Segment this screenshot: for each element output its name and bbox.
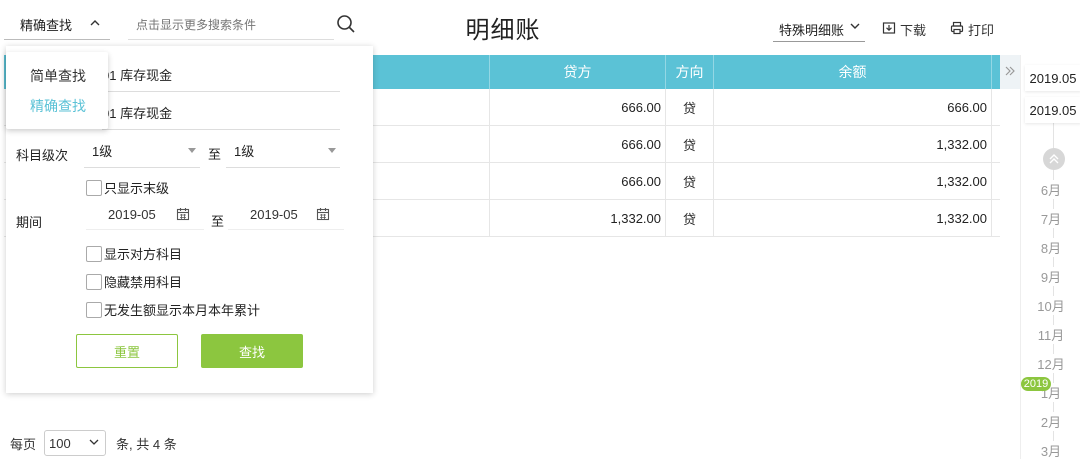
period-timeline: 2019.05 2019.05 6月 7月 8月 9月 10月 11月 12月 … xyxy=(1020,55,1080,459)
caret-down-icon xyxy=(328,148,336,153)
no-amount-cumulative-label: 无发生额显示本月本年累计 xyxy=(104,303,261,318)
hide-disabled-subject-checkbox[interactable]: 隐藏禁用科目 xyxy=(86,272,182,291)
timeline-month[interactable]: 9月 xyxy=(1021,267,1080,286)
download-button[interactable]: 下载 xyxy=(882,20,926,39)
period-to-value: 2019-05 xyxy=(250,207,298,222)
cell-balance: 666.00 xyxy=(714,89,992,125)
menu-item-simple-search[interactable]: 简单查找 xyxy=(30,66,86,86)
cell-balance: 1,332.00 xyxy=(714,163,992,199)
checkbox-box xyxy=(86,273,102,290)
special-ledger-label: 特殊明细账 xyxy=(779,23,845,38)
level-from-value: 1级 xyxy=(92,144,113,159)
period-from-value: 2019-05 xyxy=(108,207,156,222)
top-bar: 精确查找 明细账 特殊明细账 下载 打印 xyxy=(0,0,1080,52)
column-header-balance: 余额 xyxy=(714,55,992,89)
double-chevron-up-icon[interactable] xyxy=(1043,148,1065,170)
chevron-down-icon xyxy=(87,435,101,452)
timeline-year-badge: 2019 xyxy=(1021,377,1051,391)
only-last-level-label: 只显示末级 xyxy=(104,181,170,196)
timeline-month[interactable]: 8月 xyxy=(1021,238,1080,257)
search-mode-select[interactable]: 精确查找 xyxy=(4,10,110,40)
timeline-month[interactable]: 3月 xyxy=(1021,441,1080,459)
search-mode-menu: 简单查找 精确查找 xyxy=(6,52,108,129)
cell-direction: 贷 xyxy=(666,126,714,162)
cell-balance: 1,332.00 xyxy=(714,126,992,162)
cell-credit: 666.00 xyxy=(490,163,666,199)
special-ledger-dropdown[interactable]: 特殊明细账 xyxy=(773,12,865,42)
search-mode-label: 精确查找 xyxy=(20,18,73,33)
menu-item-exact-search[interactable]: 精确查找 xyxy=(30,96,86,116)
search-icon[interactable] xyxy=(336,14,356,34)
cell-balance: 1,332.00 xyxy=(714,200,992,236)
timeline-month[interactable]: 7月 xyxy=(1021,209,1080,228)
subject-to-value: 01 库存现金 xyxy=(102,106,173,121)
hide-disabled-subject-label: 隐藏禁用科目 xyxy=(104,275,183,290)
checkbox-box xyxy=(86,245,102,262)
period-to-label: 至 xyxy=(211,214,225,229)
calendar-icon xyxy=(316,207,330,221)
collapse-timeline-button[interactable] xyxy=(1000,55,1020,89)
level-to-label: 至 xyxy=(208,147,222,162)
level-to-select[interactable]: 1级 xyxy=(226,134,340,168)
column-header-credit: 贷方 xyxy=(490,55,666,89)
only-last-level-checkbox[interactable]: 只显示末级 xyxy=(86,178,169,197)
chevron-down-icon xyxy=(849,20,861,35)
timeline-month[interactable]: 10月 xyxy=(1021,296,1080,315)
page-size-value: 100 xyxy=(49,435,71,451)
subject-from-value: 01 库存现金 xyxy=(102,68,173,83)
level-to-value: 1级 xyxy=(234,144,255,159)
no-amount-cumulative-checkbox[interactable]: 无发生额显示本月本年累计 xyxy=(86,300,260,319)
chevron-up-icon xyxy=(88,16,102,33)
total-count: 条, 共 4 条 xyxy=(116,436,177,452)
caret-down-icon xyxy=(188,148,196,153)
level-from-select[interactable]: 1级 xyxy=(84,134,200,168)
timeline-start-date[interactable]: 2019.05 xyxy=(1025,65,1080,91)
page-title: 明细账 xyxy=(465,17,541,44)
cell-direction: 贷 xyxy=(666,89,714,125)
show-counter-subject-label: 显示对方科目 xyxy=(104,247,183,262)
cell-direction: 贷 xyxy=(666,163,714,199)
period-label: 期间 xyxy=(16,215,43,230)
cell-credit: 666.00 xyxy=(490,126,666,162)
double-chevron-right-icon xyxy=(1004,64,1016,80)
level-label: 科目级次 xyxy=(16,148,69,163)
pagination: 每页 100 条, 共 4 条 xyxy=(10,430,177,456)
period-to-picker[interactable]: 2019-05 xyxy=(228,200,344,230)
show-counter-subject-checkbox[interactable]: 显示对方科目 xyxy=(86,244,182,263)
cell-credit: 666.00 xyxy=(490,89,666,125)
column-header-direction: 方向 xyxy=(666,55,714,89)
search-button[interactable]: 查找 xyxy=(201,334,303,368)
page-size-select[interactable]: 100 xyxy=(44,430,107,456)
print-label: 打印 xyxy=(968,23,995,38)
timeline-month[interactable]: 6月 xyxy=(1021,180,1080,199)
print-button[interactable]: 打印 xyxy=(950,20,994,39)
reset-button[interactable]: 重置 xyxy=(76,334,178,368)
checkbox-box xyxy=(86,301,102,318)
calendar-icon xyxy=(176,207,190,221)
timeline-month[interactable]: 12月 xyxy=(1021,354,1080,373)
timeline-month[interactable]: 2月 xyxy=(1021,412,1080,431)
subject-from-field[interactable]: 01 库存现金 xyxy=(102,58,340,92)
period-from-picker[interactable]: 2019-05 xyxy=(86,200,204,230)
cell-direction: 贷 xyxy=(666,200,714,236)
search-input[interactable] xyxy=(128,10,334,40)
download-icon xyxy=(882,21,896,38)
timeline-month[interactable]: 11月 xyxy=(1021,325,1080,344)
per-page-label: 每页 xyxy=(10,436,37,452)
subject-to-field[interactable]: 01 库存现金 xyxy=(102,96,340,130)
print-icon xyxy=(950,21,964,38)
timeline-end-date[interactable]: 2019.05 xyxy=(1025,97,1080,123)
download-label: 下载 xyxy=(900,23,927,38)
cell-credit: 1,332.00 xyxy=(490,200,666,236)
checkbox-box xyxy=(86,179,102,196)
